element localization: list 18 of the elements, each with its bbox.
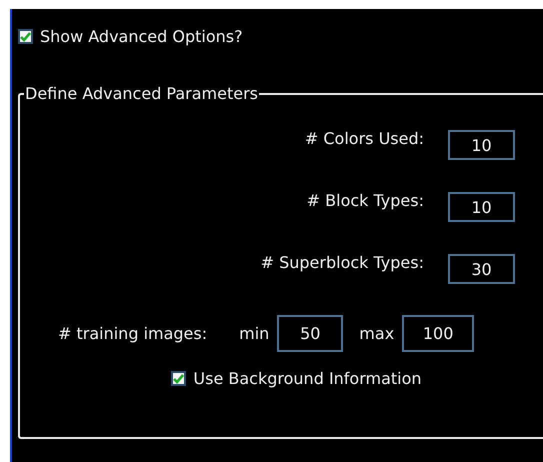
check-icon — [20, 32, 31, 42]
max-label: max — [359, 324, 394, 342]
checkbox[interactable] — [18, 29, 33, 44]
parameter-label: # Block Types: — [306, 190, 424, 210]
parameter-label: # Superblock Types: — [260, 252, 424, 272]
number-field[interactable]: 10 — [448, 192, 515, 222]
parameter-label: # Colors Used: — [304, 128, 424, 148]
number-field[interactable]: 10 — [448, 130, 515, 160]
check-icon — [173, 374, 184, 384]
parameter-label: # training images: — [58, 324, 208, 342]
group-title: Define Advanced Parameters — [24, 84, 260, 103]
number-field[interactable]: 30 — [448, 254, 515, 284]
checkbox[interactable] — [171, 371, 186, 386]
min-label: min — [239, 324, 270, 342]
checkbox-label: Show Advanced Options? — [40, 27, 243, 46]
checkbox-label: Use Background Information — [193, 369, 422, 388]
max-field[interactable]: 100 — [402, 314, 474, 352]
min-field[interactable]: 50 — [277, 314, 344, 352]
